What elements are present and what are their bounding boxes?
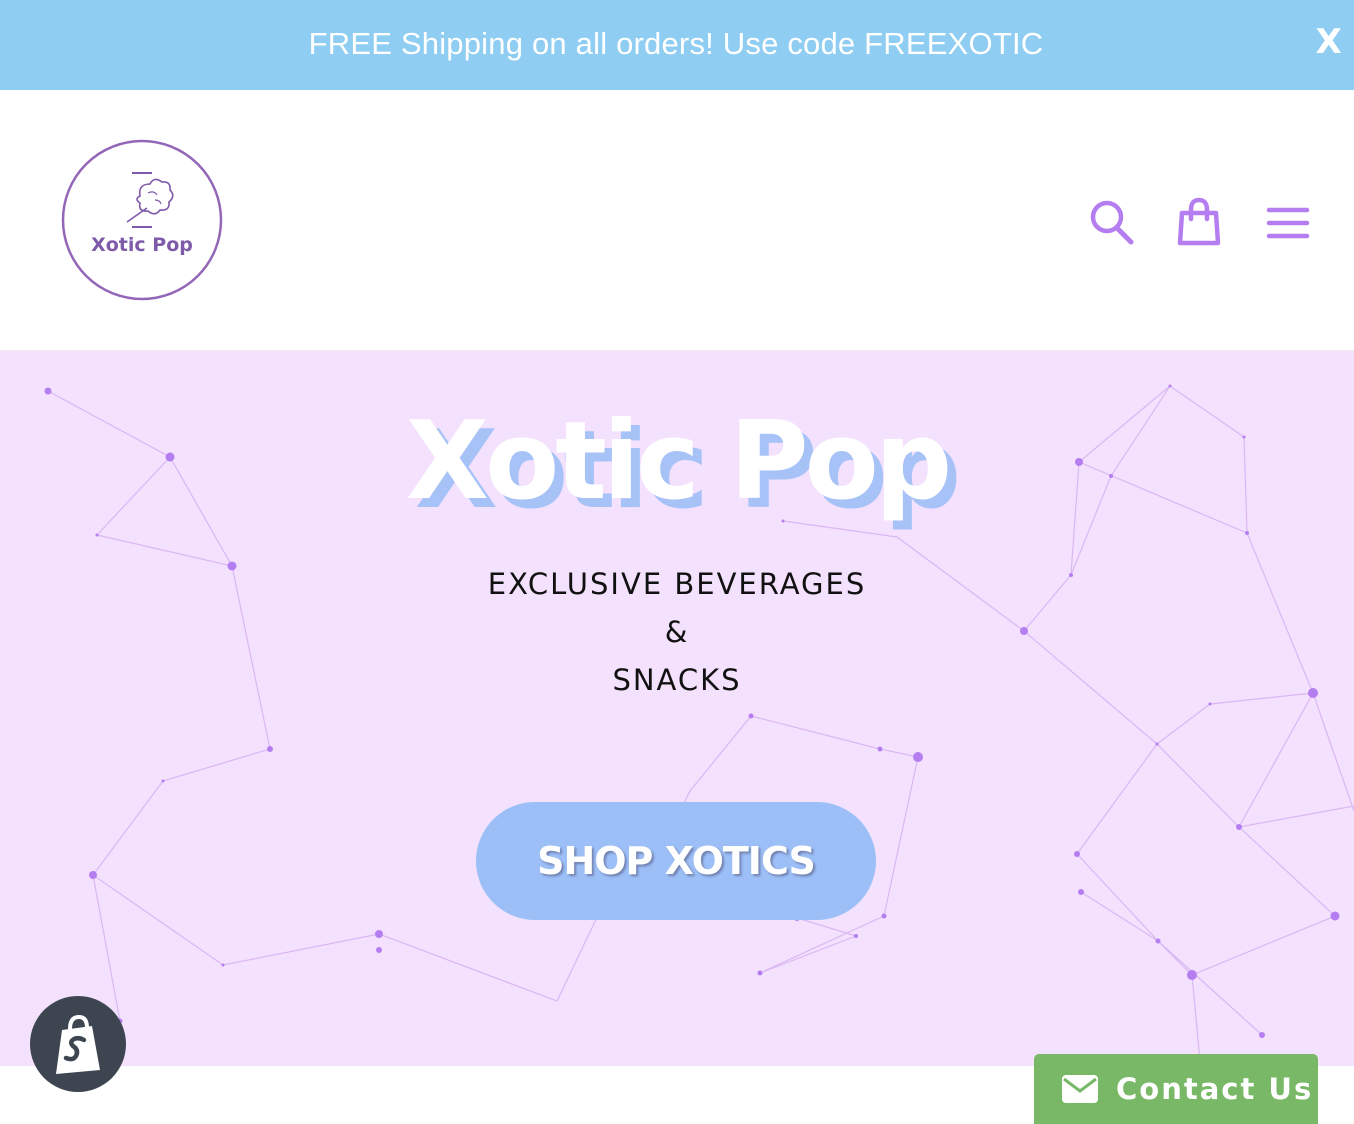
hero-title: Xotic Pop xyxy=(405,399,952,524)
logo-emblem xyxy=(61,139,223,301)
search-icon xyxy=(1090,200,1134,245)
shop-xotics-button[interactable]: SHOP XOTICS xyxy=(476,802,876,920)
shopify-bag-icon xyxy=(56,1014,100,1074)
menu-icon xyxy=(1266,207,1310,239)
hero-subtitle-line: & xyxy=(664,615,690,649)
envelope-icon xyxy=(1062,1075,1098,1103)
announcement-text: FREE Shipping on all orders! Use code FR… xyxy=(308,26,1044,61)
hero-banner: Xotic Pop EXCLUSIVE BEVERAGES & SNACKS S… xyxy=(0,351,1354,1066)
hero-subtitle-line: EXCLUSIVE BEVERAGES xyxy=(487,567,867,601)
announcement-bar: FREE Shipping on all orders! Use code FR… xyxy=(0,0,1354,90)
site-header: Xotic Pop xyxy=(0,90,1354,351)
contact-us-label: Contact Us xyxy=(1116,1072,1314,1106)
cart-button[interactable] xyxy=(1172,195,1226,249)
search-button[interactable] xyxy=(1084,195,1138,249)
contact-us-button[interactable]: Contact Us xyxy=(1034,1054,1318,1124)
logo-text: Xotic Pop xyxy=(91,234,193,256)
menu-button[interactable] xyxy=(1260,195,1314,249)
hero-subtitle-line: SNACKS xyxy=(612,663,742,697)
shopify-badge[interactable] xyxy=(30,996,126,1092)
site-logo[interactable]: Xotic Pop xyxy=(60,138,224,302)
cart-icon xyxy=(1177,197,1221,246)
announcement-close-button[interactable]: X xyxy=(1316,22,1342,62)
